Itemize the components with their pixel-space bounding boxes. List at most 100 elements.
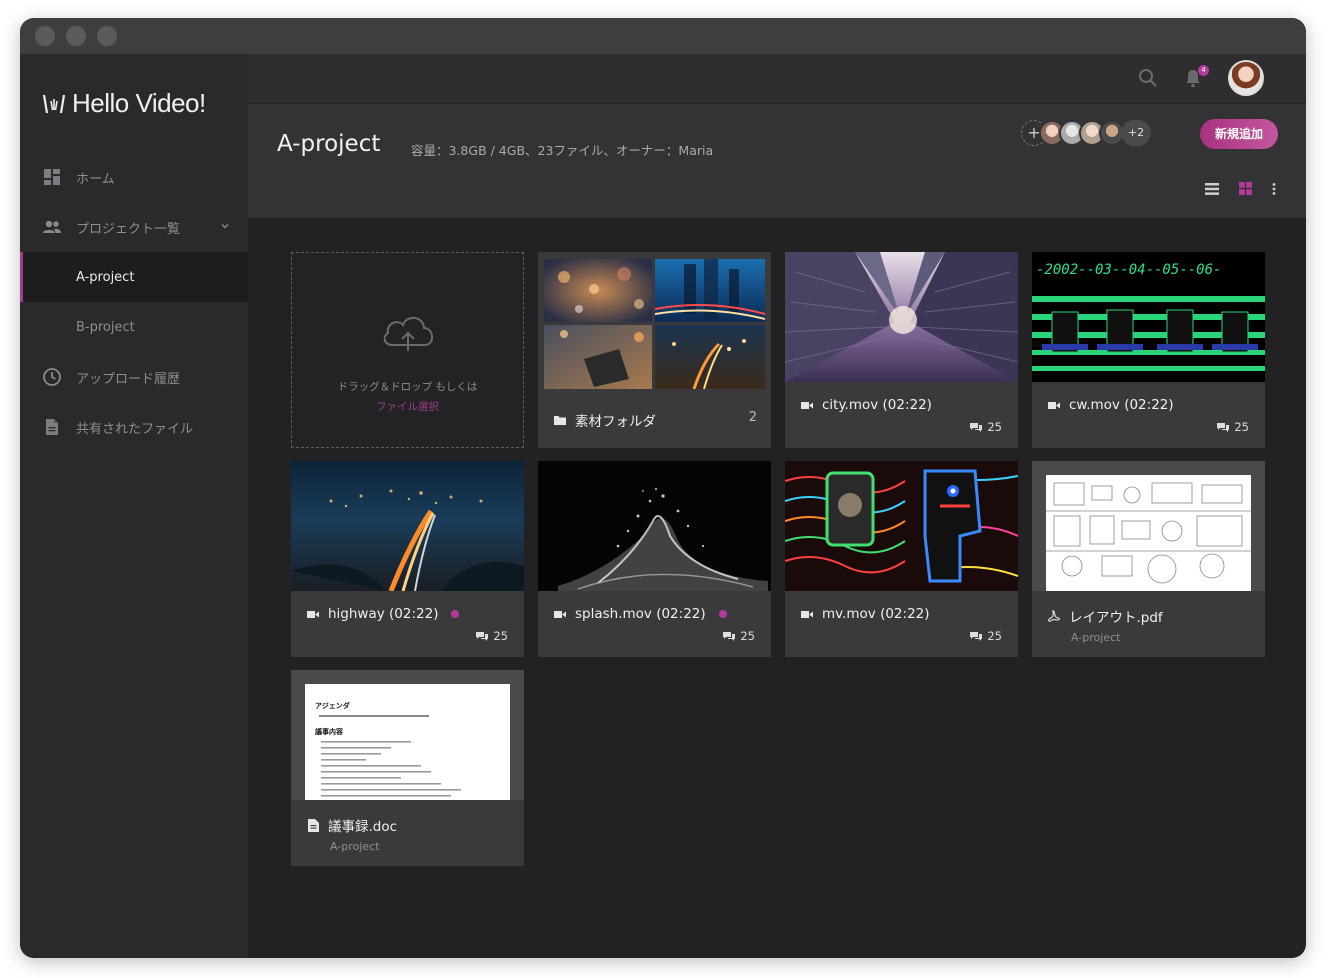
comment-count: 25 bbox=[970, 420, 1002, 434]
logo-text: Hello Video! bbox=[72, 88, 206, 118]
sidebar-item-projects[interactable]: プロジェクト一覧 bbox=[20, 202, 248, 252]
upload-hint: ドラッグ＆ドロップ もしくは bbox=[337, 381, 478, 393]
card-title: 素材フォルダ bbox=[554, 410, 656, 430]
card-title: mv.mov (02:22) bbox=[801, 606, 930, 622]
project-meta: 容量：3.8GB / 4GB、23ファイル、オーナー：Maria bbox=[411, 143, 714, 158]
comment-count: 25 bbox=[1217, 420, 1249, 434]
logo-icon bbox=[42, 94, 66, 113]
list-view-icon[interactable] bbox=[1205, 180, 1219, 199]
window-close-button[interactable] bbox=[35, 26, 55, 46]
file-icon bbox=[42, 417, 62, 437]
comment-count-text: 25 bbox=[987, 629, 1002, 643]
video-thumbnail bbox=[291, 461, 524, 591]
search-icon[interactable] bbox=[1138, 68, 1158, 92]
pdf-thumbnail bbox=[1032, 461, 1265, 591]
video-card[interactable]: -2002--03--04--05--06- cw.mov (02:22) 25 bbox=[1032, 252, 1265, 448]
file-select-link[interactable]: ファイル選択 bbox=[292, 399, 523, 414]
video-thumbnail bbox=[538, 461, 771, 591]
sidebar-nav: ホーム プロジェクト一覧 A-project B-project アップロード履… bbox=[20, 152, 248, 452]
card-title: cw.mov (02:22) bbox=[1048, 397, 1174, 413]
video-thumbnail bbox=[785, 252, 1018, 382]
folder-thumbnail-grid bbox=[544, 259, 766, 390]
upload-dropzone[interactable]: ドラッグ＆ドロップ もしくは ファイル選択 bbox=[291, 252, 524, 448]
comment-count: 25 bbox=[476, 629, 508, 643]
video-thumbnail bbox=[785, 461, 1018, 591]
document-card[interactable]: レイアウト.pdf A-project bbox=[1032, 461, 1265, 657]
app-logo[interactable]: Hello Video! bbox=[42, 88, 206, 119]
video-card[interactable]: mv.mov (02:22) 25 bbox=[785, 461, 1018, 657]
comment-count-text: 25 bbox=[493, 629, 508, 643]
card-title: レイアウト.pdf bbox=[1048, 606, 1163, 626]
video-icon bbox=[1048, 399, 1060, 411]
comment-icon bbox=[970, 632, 983, 641]
card-subtitle: A-project bbox=[1071, 631, 1121, 644]
comment-icon bbox=[476, 632, 489, 641]
card-title-text: 議事録.doc bbox=[328, 819, 398, 835]
user-avatar[interactable] bbox=[1228, 60, 1264, 96]
video-card[interactable]: city.mov (02:22) 25 bbox=[785, 252, 1018, 448]
folder-count: 2 bbox=[748, 410, 757, 425]
unread-dot bbox=[451, 610, 460, 618]
comment-count-text: 25 bbox=[1234, 420, 1249, 434]
sidebar-item-b-project[interactable]: B-project bbox=[20, 302, 248, 352]
dashboard-icon bbox=[42, 167, 62, 187]
counter-text: -2002--03--04--05--06- bbox=[1036, 262, 1221, 278]
comment-icon bbox=[723, 632, 736, 641]
comment-count: 25 bbox=[723, 629, 755, 643]
card-title-text: 素材フォルダ bbox=[575, 414, 656, 430]
window-minimize-button[interactable] bbox=[66, 26, 86, 46]
comment-count-text: 25 bbox=[740, 629, 755, 643]
sidebar-item-label: 共有されたファイル bbox=[76, 421, 194, 437]
comment-icon bbox=[970, 423, 983, 432]
chevron-down-icon[interactable] bbox=[220, 220, 230, 235]
comment-count: 25 bbox=[970, 629, 1002, 643]
video-card[interactable]: highway (02:22) 25 bbox=[291, 461, 524, 657]
comment-icon bbox=[1217, 423, 1230, 432]
card-title-text: city.mov (02:22) bbox=[822, 397, 932, 413]
card-subtitle: A-project bbox=[330, 840, 380, 853]
video-icon bbox=[307, 608, 319, 620]
unread-dot bbox=[718, 610, 727, 618]
more-vert-icon[interactable] bbox=[1272, 180, 1276, 199]
card-title: splash.mov (02:22) bbox=[554, 606, 727, 622]
video-card[interactable]: splash.mov (02:22) 25 bbox=[538, 461, 771, 657]
doc-icon bbox=[307, 818, 319, 832]
sidebar-item-home[interactable]: ホーム bbox=[20, 152, 248, 202]
folder-icon bbox=[554, 414, 566, 426]
grid-view-icon[interactable] bbox=[1239, 180, 1252, 199]
cloud-upload-icon bbox=[379, 311, 437, 359]
add-new-button[interactable]: 新規追加 bbox=[1200, 119, 1278, 149]
video-icon bbox=[801, 608, 813, 620]
document-card[interactable]: アジェンダ 議事内容 議事録.doc A-project bbox=[291, 670, 524, 866]
card-title-text: cw.mov (02:22) bbox=[1069, 397, 1174, 413]
card-title: city.mov (02:22) bbox=[801, 397, 932, 413]
sidebar-item-upload-history[interactable]: アップロード履歴 bbox=[20, 352, 248, 402]
page-title: A-project bbox=[277, 131, 381, 157]
sidebar-item-label: アップロード履歴 bbox=[76, 371, 181, 387]
view-toggles bbox=[1205, 180, 1276, 199]
people-icon bbox=[42, 217, 62, 237]
sidebar-item-label: ホーム bbox=[76, 171, 115, 187]
member-list: + +2 bbox=[1021, 120, 1151, 146]
sidebar-item-shared-files[interactable]: 共有されたファイル bbox=[20, 402, 248, 452]
window-maximize-button[interactable] bbox=[97, 26, 117, 46]
sidebar-item-a-project[interactable]: A-project bbox=[20, 252, 248, 302]
sidebar: Hello Video! ホーム プロジェクト一覧 A-project B-pr… bbox=[20, 54, 248, 958]
card-title: highway (02:22) bbox=[307, 606, 460, 622]
clock-icon bbox=[42, 367, 62, 387]
comment-count-text: 25 bbox=[987, 420, 1002, 434]
top-bar: 4 bbox=[248, 54, 1306, 104]
sidebar-item-label: B-project bbox=[76, 319, 135, 335]
card-title-text: レイアウト.pdf bbox=[1069, 610, 1163, 626]
more-members-badge[interactable]: +2 bbox=[1121, 120, 1151, 146]
video-icon bbox=[554, 608, 566, 620]
sidebar-item-label: プロジェクト一覧 bbox=[76, 221, 181, 237]
card-title-text: mv.mov (02:22) bbox=[822, 606, 930, 622]
doc-heading: アジェンダ bbox=[315, 701, 350, 710]
app-window: Hello Video! ホーム プロジェクト一覧 A-project B-pr… bbox=[20, 18, 1306, 958]
card-title: 議事録.doc bbox=[307, 815, 397, 835]
folder-card[interactable]: 素材フォルダ 2 bbox=[538, 252, 771, 448]
project-header: A-project 容量：3.8GB / 4GB、23ファイル、オーナー：Mar… bbox=[248, 104, 1306, 218]
card-title-text: splash.mov (02:22) bbox=[575, 606, 706, 622]
video-icon bbox=[801, 399, 813, 411]
